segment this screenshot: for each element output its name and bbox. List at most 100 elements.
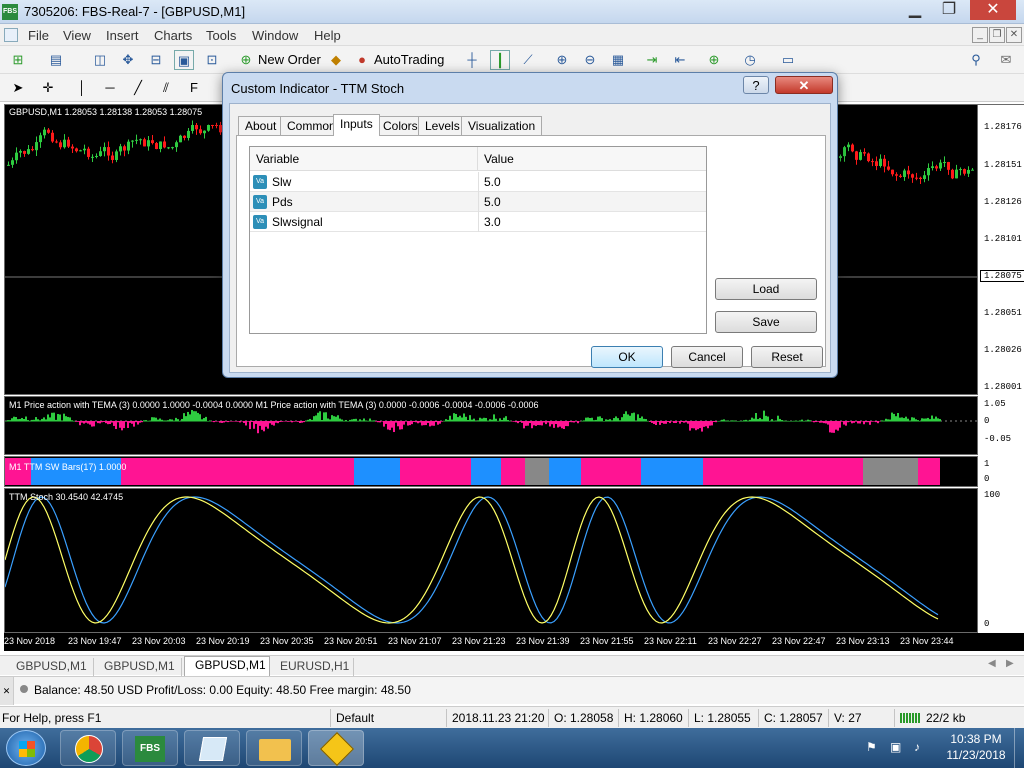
chat-icon[interactable]: ✉ — [996, 50, 1016, 70]
tab-gbpusd-m1[interactable]: GBPUSD,M1 — [94, 658, 182, 676]
crosshair-icon[interactable]: ✛ — [38, 78, 58, 98]
bar-chart-icon[interactable]: ┼ — [462, 50, 482, 70]
menu-tools[interactable]: Tools — [206, 28, 236, 43]
channel-icon[interactable]: ⫽ — [156, 78, 176, 98]
menu-charts[interactable]: Charts — [154, 28, 192, 43]
tile-windows-icon[interactable]: ▦ — [608, 50, 628, 70]
terminal-icon[interactable]: ▣ — [174, 50, 194, 70]
auto-scroll-icon[interactable]: ⇥ — [642, 50, 662, 70]
ok-button[interactable]: OK — [591, 346, 663, 368]
dialog-close-button[interactable]: ✕ — [775, 76, 833, 94]
scale-label: 1.05 — [984, 399, 1006, 409]
tema-bar — [873, 421, 875, 422]
tema-bar — [533, 421, 535, 426]
tab-gbpusd-m1-active[interactable]: GBPUSD,M1 — [184, 656, 270, 676]
fibonacci-icon[interactable]: F — [184, 78, 204, 98]
dialog-help-button[interactable]: ? — [743, 76, 769, 94]
trendline-icon[interactable]: ╱ — [128, 78, 148, 98]
metaeditor-icon[interactable]: ◆ — [326, 50, 346, 70]
tab-scroll-left-icon[interactable]: ◀ — [988, 658, 996, 669]
vertical-line-icon[interactable]: │ — [72, 78, 92, 98]
tema-bar — [33, 419, 35, 422]
zoom-out-icon[interactable]: ⊖ — [580, 50, 600, 70]
bear-candle — [123, 146, 126, 151]
tab-scroll-right-icon[interactable]: ▶ — [1006, 658, 1014, 669]
tema-bar — [529, 421, 531, 424]
reset-button[interactable]: Reset — [751, 346, 823, 368]
navigator-icon[interactable]: ✥ — [118, 50, 138, 70]
flag-icon[interactable]: ⚑ — [866, 740, 877, 754]
mdi-minimize-button[interactable]: _ — [972, 27, 988, 43]
variable-value[interactable]: 3.0 — [484, 212, 501, 232]
zoom-in-icon[interactable]: ⊕ — [552, 50, 572, 70]
show-desktop-button[interactable] — [1014, 728, 1024, 768]
tema-bar — [107, 421, 109, 425]
strategy-tester-icon[interactable]: ⊡ — [202, 50, 222, 70]
autotrading-icon[interactable]: ● — [352, 50, 372, 70]
clock-time[interactable]: 10:38 PM — [946, 732, 1006, 746]
clock-date[interactable]: 11/23/2018 — [942, 748, 1010, 762]
tema-bar — [153, 417, 155, 422]
tab-visualization[interactable]: Visualization — [461, 116, 543, 136]
chrome-taskbar-icon[interactable] — [60, 730, 116, 766]
input-row-pds[interactable]: Va Pds 5.0 — [250, 192, 706, 212]
tab-gbpusd-m1[interactable]: GBPUSD,M1 — [6, 658, 94, 676]
menu-view[interactable]: View — [63, 28, 91, 43]
tema-bar — [543, 421, 545, 423]
volume-icon[interactable]: ♪ — [914, 740, 920, 754]
new-chart-icon[interactable]: ⊞ — [8, 50, 28, 70]
tab-levels[interactable]: Levels — [418, 116, 467, 136]
cancel-button[interactable]: Cancel — [671, 346, 743, 368]
input-row-slw[interactable]: Va Slw 5.0 — [250, 172, 706, 192]
periods-icon[interactable]: ◷ — [740, 50, 760, 70]
mdi-close-button[interactable]: ✕ — [1006, 27, 1022, 43]
autotrading-button[interactable]: AutoTrading — [374, 52, 444, 67]
line-chart-icon[interactable]: ⟋ — [518, 50, 538, 70]
tab-about[interactable]: About — [238, 116, 284, 136]
network-icon[interactable]: ▣ — [890, 740, 901, 754]
menu-help[interactable]: Help — [314, 28, 341, 43]
notes-taskbar-icon[interactable] — [184, 730, 240, 766]
variable-value[interactable]: 5.0 — [484, 172, 501, 192]
data-window-icon[interactable]: ⊟ — [146, 50, 166, 70]
tab-inputs[interactable]: Inputs — [333, 114, 380, 136]
variable-value[interactable]: 5.0 — [484, 192, 501, 212]
terminal-close-icon[interactable]: ✕ — [0, 677, 14, 705]
price-action-tema-pane[interactable]: M1 Price action with TEMA (3) 0.0000 1.0… — [4, 396, 978, 455]
profiles-icon[interactable]: ▤ — [46, 50, 66, 70]
ttm-sw-bars-pane[interactable]: M1 TTM SW Bars(17) 1.0000 — [4, 456, 978, 487]
sw-bar-segment — [641, 458, 657, 485]
fbs-taskbar-icon[interactable]: FBS — [122, 730, 178, 766]
load-button[interactable]: Load — [715, 278, 817, 300]
tab-eurusd-h1[interactable]: EURUSD,H1 — [270, 658, 354, 676]
templates-icon[interactable]: ▭ — [778, 50, 798, 70]
column-header-variable[interactable]: Variable — [250, 147, 478, 171]
close-button[interactable]: ✕ — [970, 0, 1016, 20]
chart-shift-icon[interactable]: ⇤ — [670, 50, 690, 70]
menu-insert[interactable]: Insert — [106, 28, 139, 43]
search-icon[interactable]: ⚲ — [966, 50, 986, 70]
horizontal-line-icon[interactable]: ─ — [100, 78, 120, 98]
market-watch-icon[interactable]: ◫ — [90, 50, 110, 70]
ttm-stoch-pane[interactable]: TTM Stoch 30.4540 42.4745 — [4, 488, 978, 633]
metaeditor-taskbar-icon[interactable] — [308, 730, 364, 766]
start-button[interactable] — [6, 730, 46, 766]
save-button[interactable]: Save — [715, 311, 817, 333]
tema-bar — [537, 421, 539, 426]
cursor-icon[interactable]: ➤ — [8, 78, 28, 98]
new-order-button[interactable]: New Order — [258, 52, 321, 67]
new-order-icon[interactable]: ⊕ — [236, 50, 256, 70]
explorer-taskbar-icon[interactable] — [246, 730, 302, 766]
indicators-icon[interactable]: ⊕ — [704, 50, 724, 70]
input-row-slwsignal[interactable]: Va Slwsignal 3.0 — [250, 212, 706, 232]
candlestick-icon[interactable]: ┃ — [490, 50, 510, 70]
tema-bar — [567, 421, 569, 427]
mdi-restore-button[interactable]: ❐ — [989, 27, 1005, 43]
column-header-value[interactable]: Value — [478, 147, 706, 171]
menu-window[interactable]: Window — [252, 28, 298, 43]
tema-bar — [747, 420, 749, 422]
menu-file[interactable]: File — [28, 28, 49, 43]
restore-button[interactable]: ❐ — [932, 0, 966, 20]
tema-bar — [385, 421, 387, 424]
minimize-button[interactable]: ▁ — [898, 0, 932, 20]
